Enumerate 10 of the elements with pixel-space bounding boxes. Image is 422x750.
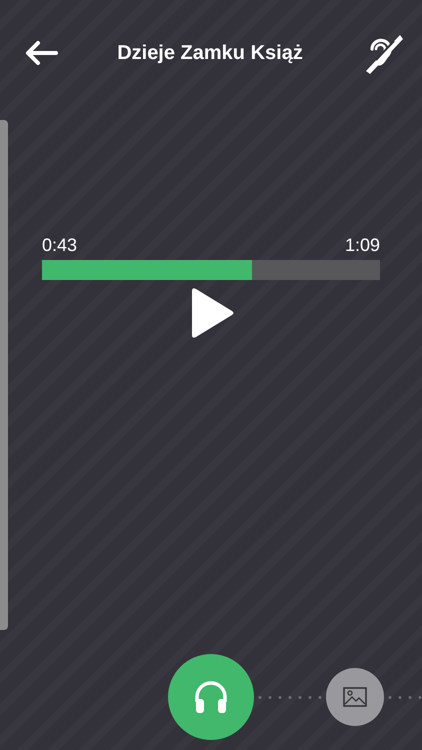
headphones-icon	[193, 680, 229, 714]
gallery-mode-button[interactable]	[326, 668, 384, 726]
image-icon	[343, 687, 367, 707]
screen-title: Dzieje Zamku Książ	[117, 42, 303, 64]
progress-track[interactable]	[42, 260, 380, 280]
drawer-handle[interactable]	[0, 120, 8, 630]
audio-mode-button[interactable]	[168, 654, 254, 740]
total-duration: 1:09	[344, 235, 380, 256]
back-button[interactable]	[24, 40, 58, 66]
elapsed-time: 0:43	[42, 235, 78, 256]
